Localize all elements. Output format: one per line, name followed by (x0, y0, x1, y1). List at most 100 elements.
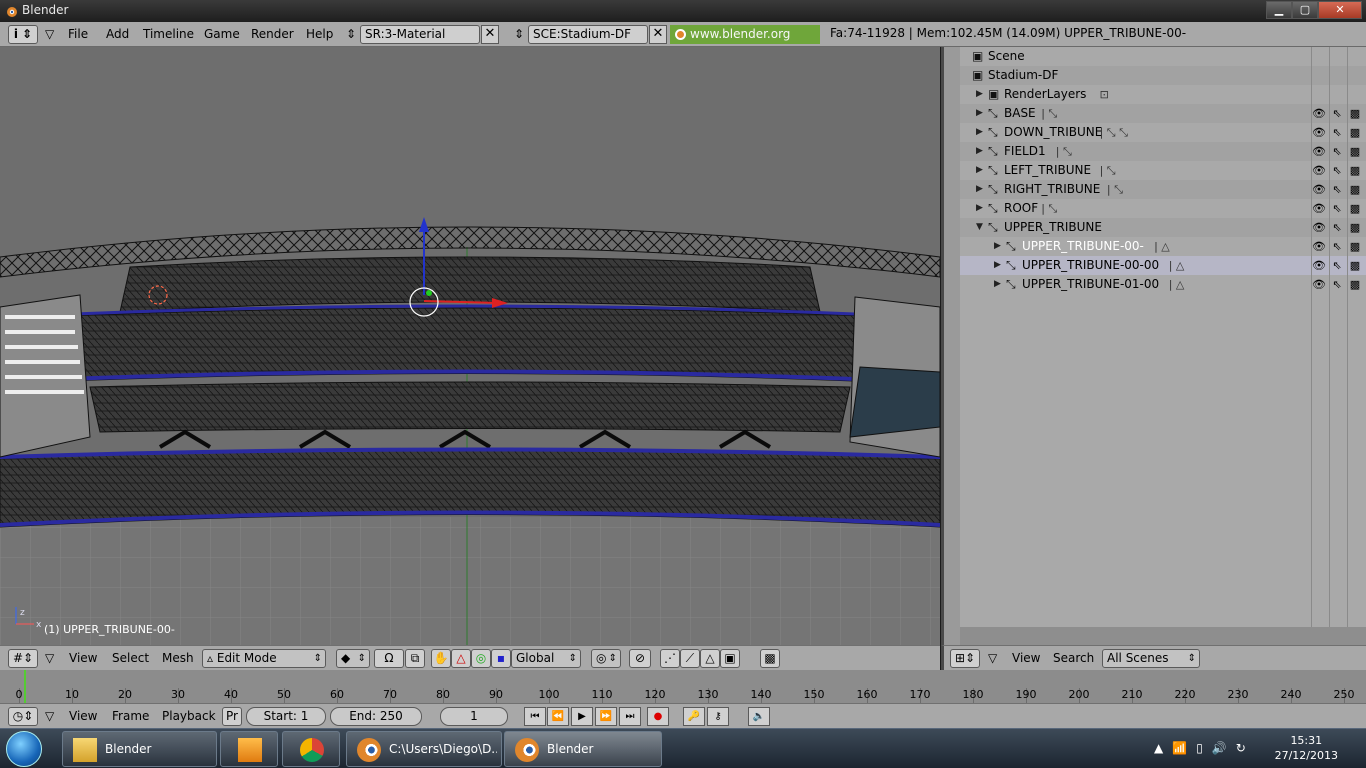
menu-game[interactable]: Game (204, 26, 240, 43)
collapse-menu-icon[interactable]: ▽ (45, 651, 54, 665)
outliner-item-label[interactable]: ROOF (1004, 199, 1038, 218)
3d-viewport[interactable]: z x (1) UPPER_TRIBUNE-00- (0, 47, 940, 645)
outliner-item-label[interactable]: BASE (1004, 104, 1036, 123)
jump-end-icon[interactable]: ⏭ (619, 707, 641, 726)
current-frame-marker[interactable] (24, 670, 26, 703)
outliner-row[interactable]: ▶ ⤡ DOWN_TRIBUNE | ⤡ ⤡ 👁 ⇖ ▩ (960, 123, 1366, 142)
scene-delete-button[interactable]: ✕ (649, 25, 667, 44)
render-preview-icon[interactable]: ▩ (760, 649, 780, 668)
outliner-row[interactable]: ▼ ⤡ UPPER_TRIBUNE 👁 ⇖ ▩ (960, 218, 1366, 237)
scene-name-field[interactable]: SCE:Stadium-DF (528, 25, 648, 44)
menu-timeline[interactable]: Timeline (143, 26, 194, 43)
menu-file[interactable]: File (68, 26, 88, 43)
menu-help[interactable]: Help (306, 26, 333, 43)
key-icon[interactable]: ⚷ (707, 707, 729, 726)
screen-browse-icon[interactable]: ⇕ (346, 26, 356, 43)
expand-arrow-icon[interactable]: ▶ (994, 275, 1001, 294)
face-select-icon[interactable]: △ (700, 649, 720, 668)
start-frame-field[interactable]: Start: 1 (246, 707, 326, 726)
keying-set-icon[interactable]: 🔑 (683, 707, 705, 726)
select-cursor-icon[interactable]: ⇖ (1330, 199, 1344, 218)
outliner-filter-select[interactable]: All Scenes (1102, 649, 1200, 668)
edge-select-icon[interactable]: ⟋ (680, 649, 700, 668)
visibility-eye-icon[interactable]: 👁 (1312, 199, 1326, 218)
mode-select[interactable]: ▵ Edit Mode (202, 649, 326, 668)
outliner-item-children[interactable]: | ⤡ (1056, 142, 1072, 161)
expand-arrow-icon[interactable]: ▶ (976, 104, 983, 123)
clock-editor-icon[interactable]: ◷⇕ (8, 707, 38, 726)
menu-add[interactable]: Add (106, 26, 129, 43)
expand-arrow-icon[interactable]: ▶ (994, 237, 1001, 256)
collapse-menu-icon[interactable]: ▽ (45, 709, 54, 723)
render-toggle-icon[interactable]: ▩ (1348, 123, 1362, 142)
outliner-row[interactable]: ▣ Scene (960, 47, 1366, 66)
outliner-row[interactable]: ▶ ⤡ ROOF | ⤡ 👁 ⇖ ▩ (960, 199, 1366, 218)
outliner-item-children[interactable]: ⊡ (1100, 85, 1109, 104)
expand-arrow-icon[interactable]: ▶ (976, 161, 983, 180)
render-toggle-icon[interactable]: ▩ (1348, 218, 1362, 237)
screen-delete-button[interactable]: ✕ (481, 25, 499, 44)
visibility-eye-icon[interactable]: 👁 (1312, 256, 1326, 275)
system-clock[interactable]: 15:31 27/12/2013 (1275, 733, 1338, 763)
expand-arrow-icon[interactable]: ▶ (976, 123, 983, 142)
grid-editor-icon[interactable]: #⇕ (8, 649, 38, 668)
outliner-row[interactable]: ▣ Stadium-DF (960, 66, 1366, 85)
minimize-button[interactable]: ▁ (1266, 1, 1292, 19)
outliner-row[interactable]: ▶ ⤡ UPPER_TRIBUNE-00-00 | △ 👁 ⇖ ▩ (960, 256, 1366, 275)
snap-icon[interactable]: ⊘ (629, 649, 651, 668)
visibility-eye-icon[interactable]: 👁 (1312, 218, 1326, 237)
select-cursor-icon[interactable]: ⇖ (1330, 123, 1344, 142)
current-frame-field[interactable]: 1 (440, 707, 508, 726)
render-toggle-icon[interactable]: ▩ (1348, 161, 1362, 180)
close-window-button[interactable]: ✕ (1318, 1, 1362, 19)
render-toggle-icon[interactable]: ▩ (1348, 104, 1362, 123)
manipulator-translate-icon[interactable]: △ (451, 649, 471, 668)
outliner-row[interactable]: ▶ ⤡ RIGHT_TRIBUNE | ⤡ 👁 ⇖ ▩ (960, 180, 1366, 199)
start-button[interactable] (6, 731, 42, 767)
select-cursor-icon[interactable]: ⇖ (1330, 237, 1344, 256)
outliner-item-label[interactable]: UPPER_TRIBUNE (1004, 218, 1102, 237)
manipulator-scale-icon[interactable]: ▪ (491, 649, 511, 668)
visibility-eye-icon[interactable]: 👁 (1312, 237, 1326, 256)
screen-name-field[interactable]: SR:3-Material (360, 25, 480, 44)
outliner-item-children[interactable]: | ⤡ ⤡ (1100, 123, 1128, 142)
visibility-eye-icon[interactable]: 👁 (1312, 161, 1326, 180)
outliner-item-label[interactable]: LEFT_TRIBUNE (1004, 161, 1091, 180)
select-cursor-icon[interactable]: ⇖ (1330, 275, 1344, 294)
visibility-eye-icon[interactable]: 👁 (1312, 123, 1326, 142)
tray-network-icon[interactable]: 📶 (1172, 741, 1187, 755)
preview-range-button[interactable]: Pr (222, 707, 242, 726)
select-cursor-icon[interactable]: ⇖ (1330, 142, 1344, 161)
maximize-button[interactable]: ▢ (1292, 1, 1318, 19)
outliner-row[interactable]: ▶ ⤡ UPPER_TRIBUNE-00- | △ 👁 ⇖ ▩ (960, 237, 1366, 256)
outliner-item-label[interactable]: DOWN_TRIBUNE (1004, 123, 1102, 142)
visibility-eye-icon[interactable]: 👁 (1312, 180, 1326, 199)
menu-view[interactable]: View (1012, 651, 1040, 665)
collapse-menu-icon[interactable]: ▽ (45, 26, 54, 43)
render-toggle-icon[interactable]: ▩ (1348, 237, 1362, 256)
tray-update-icon[interactable]: ↻ (1236, 741, 1246, 755)
select-cursor-icon[interactable]: ⇖ (1330, 256, 1344, 275)
outliner-item-label[interactable]: Scene (988, 47, 1025, 66)
record-icon[interactable]: ● (647, 707, 669, 726)
expand-arrow-icon[interactable]: ▶ (976, 85, 983, 104)
menu-render[interactable]: Render (251, 26, 294, 43)
end-frame-field[interactable]: End: 250 (330, 707, 422, 726)
outliner-item-children[interactable]: | ⤡ (1041, 104, 1057, 123)
visibility-eye-icon[interactable]: 👁 (1312, 275, 1326, 294)
collapse-arrow-icon[interactable]: ▼ (976, 218, 983, 237)
next-keyframe-icon[interactable]: ⏩ (595, 707, 617, 726)
menu-search[interactable]: Search (1053, 651, 1094, 665)
select-cursor-icon[interactable]: ⇖ (1330, 104, 1344, 123)
expand-arrow-icon[interactable]: ▶ (976, 142, 983, 161)
jump-start-icon[interactable]: ⏮ (524, 707, 546, 726)
menu-mesh[interactable]: Mesh (162, 651, 194, 665)
outliner-item-label[interactable]: UPPER_TRIBUNE-00- (1022, 237, 1144, 256)
render-toggle-icon[interactable]: ▩ (1348, 199, 1362, 218)
play-icon[interactable]: ▶ (571, 707, 593, 726)
draw-type-select[interactable]: ◆ (336, 649, 370, 668)
outliner-item-children[interactable]: | △ (1169, 275, 1185, 294)
blender-version-link[interactable]: www.blender.org 249.2 (670, 25, 820, 60)
menu-frame[interactable]: Frame (112, 709, 149, 723)
outliner-row[interactable]: ▶ ⤡ BASE | ⤡ 👁 ⇖ ▩ (960, 104, 1366, 123)
